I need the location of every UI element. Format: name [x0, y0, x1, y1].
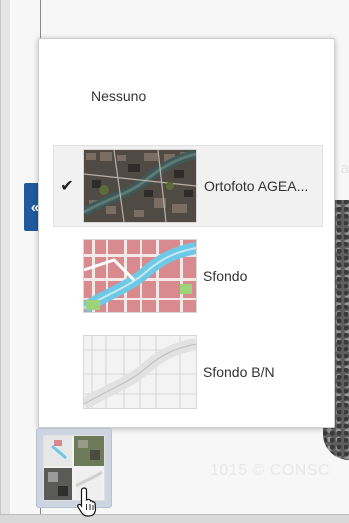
map-faint-label: a [340, 160, 349, 177]
hand-pointer-cursor-icon [77, 487, 97, 517]
layer-option-sfondo[interactable]: Sfondo [53, 235, 323, 317]
map-attribution-watermark: 1015 © CONSC [210, 462, 331, 479]
color-basemap-thumbnail [83, 239, 197, 313]
layer-option-label: Ortofoto AGEA... [204, 178, 309, 194]
layer-option-label: Nessuno [91, 88, 147, 104]
orthophoto-thumbnail [83, 149, 197, 223]
basemap-toggle-button[interactable] [36, 428, 112, 508]
basemap-selector-panel: Nessuno ✔ Ortofoto AGEA... Sfondo Sfondo… [38, 38, 335, 428]
layer-option-none[interactable]: Nessuno [53, 55, 323, 137]
layer-option-sfondo-bn[interactable]: Sfondo B/N [53, 331, 323, 413]
left-frame-border [0, 0, 1, 522]
layer-option-ortofoto[interactable]: ✔ Ortofoto AGEA... [53, 145, 323, 227]
bw-basemap-thumbnail [83, 335, 197, 409]
layer-option-label: Sfondo B/N [203, 364, 275, 380]
check-icon: ✔ [60, 178, 74, 195]
layer-option-label: Sfondo [203, 268, 248, 284]
